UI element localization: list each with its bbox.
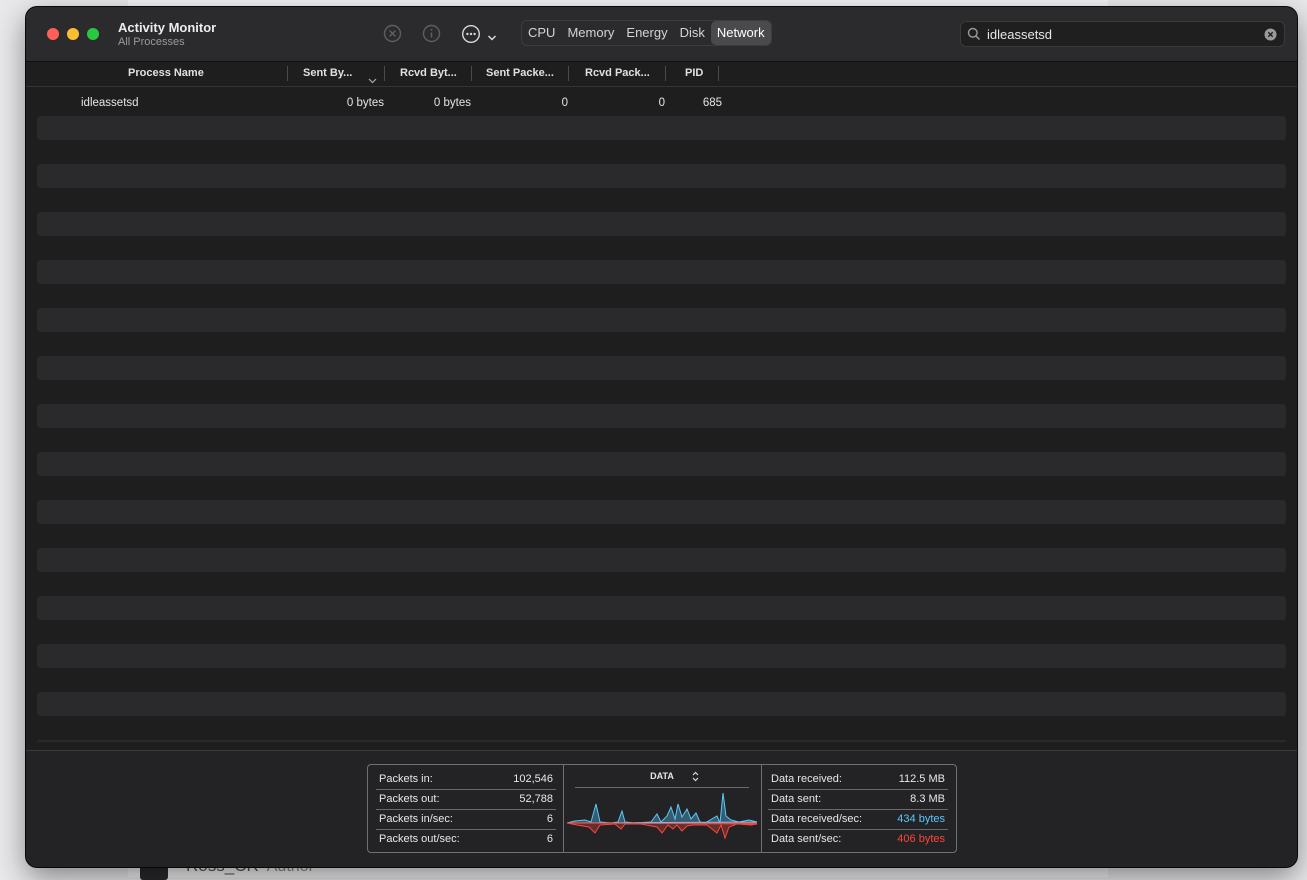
- data-sent-per-sec-row: Data sent/sec: 406 bytes: [771, 833, 945, 845]
- data-sent-row: Data sent: 8.3 MB: [768, 789, 948, 810]
- view-tabs: CPU Memory Energy Disk Network: [521, 20, 772, 46]
- packets-out-row: Packets out: 52,788: [376, 789, 556, 810]
- tab-network[interactable]: Network: [710, 21, 771, 45]
- process-name-cell: idleassetsd: [81, 97, 139, 109]
- sort-chevron-icon[interactable]: [368, 71, 377, 89]
- packets-in-row: Packets in: 102,546: [376, 769, 556, 790]
- network-summary: Packets in: 102,546 Packets out: 52,788 …: [26, 750, 1297, 867]
- empty-row-stripe: [37, 644, 1286, 668]
- empty-row-stripe: [37, 308, 1286, 332]
- column-sent-bytes[interactable]: Sent By...: [303, 62, 352, 86]
- activity-monitor-window: Activity Monitor All Processes CPU Memor…: [26, 7, 1297, 867]
- info-icon[interactable]: [422, 24, 441, 48]
- network-stats-panel: Packets in: 102,546 Packets out: 52,788 …: [367, 764, 957, 853]
- sent-packets-cell: 0: [561, 97, 568, 109]
- column-pid[interactable]: PID: [685, 62, 703, 86]
- empty-row-stripe: [37, 548, 1286, 572]
- sent-bytes-cell: 0 bytes: [346, 97, 384, 109]
- data-received-row: Data received: 112.5 MB: [768, 769, 948, 790]
- window-subtitle: All Processes: [118, 36, 185, 48]
- table-row[interactable]: idleassetsd 0 bytes 0 bytes 0 0 685: [37, 91, 1286, 115]
- empty-row-stripe: [37, 500, 1286, 524]
- window-title: Activity Monitor: [118, 20, 217, 35]
- more-options-icon[interactable]: [461, 24, 481, 49]
- graph-title[interactable]: DATA: [575, 765, 749, 788]
- clear-search-icon[interactable]: [1264, 28, 1277, 46]
- empty-row-stripe: [37, 164, 1286, 188]
- empty-row-stripe: [37, 452, 1286, 476]
- chevron-down-icon[interactable]: [487, 29, 497, 47]
- search-icon: [967, 27, 981, 46]
- empty-row-stripe: [37, 692, 1286, 716]
- column-rcvd-bytes[interactable]: Rcvd Byt...: [400, 62, 457, 86]
- column-sent-packets[interactable]: Sent Packe...: [486, 62, 554, 86]
- graph-mode-chevron-icon[interactable]: [692, 769, 699, 787]
- empty-row-stripe: [37, 260, 1286, 284]
- column-process-name[interactable]: Process Name: [128, 62, 204, 86]
- tab-cpu[interactable]: CPU: [522, 21, 561, 45]
- empty-row-stripe: [37, 404, 1286, 428]
- minimize-window-button[interactable]: [67, 28, 79, 40]
- empty-row-stripe: [37, 212, 1286, 236]
- tab-energy[interactable]: Energy: [620, 21, 673, 45]
- packets-out-per-sec-row: Packets out/sec: 6: [379, 833, 553, 845]
- tab-disk[interactable]: Disk: [674, 21, 711, 45]
- toolbar: Activity Monitor All Processes CPU Memor…: [26, 7, 1297, 62]
- rcvd-packets-cell: 0: [658, 97, 665, 109]
- empty-row-stripe: [37, 356, 1286, 380]
- data-received-per-sec-row: Data received/sec: 434 bytes: [768, 809, 948, 830]
- empty-row-stripe: [37, 116, 1286, 140]
- empty-row-stripe: [37, 740, 1286, 742]
- tab-memory[interactable]: Memory: [561, 21, 620, 45]
- column-rcvd-packets[interactable]: Rcvd Pack...: [585, 62, 650, 86]
- pid-cell: 685: [702, 97, 722, 109]
- network-activity-graph: [566, 792, 758, 840]
- close-window-button[interactable]: [47, 28, 59, 40]
- search-field[interactable]: [960, 21, 1285, 47]
- rcvd-bytes-cell: 0 bytes: [433, 97, 471, 109]
- search-input[interactable]: [987, 25, 1257, 43]
- empty-row-stripe: [37, 596, 1286, 620]
- table-header: Process Name Sent By... Rcvd Byt... Sent…: [26, 62, 1297, 87]
- zoom-window-button[interactable]: [87, 28, 99, 40]
- packets-in-per-sec-row: Packets in/sec: 6: [376, 809, 556, 830]
- stop-process-icon[interactable]: [383, 24, 402, 48]
